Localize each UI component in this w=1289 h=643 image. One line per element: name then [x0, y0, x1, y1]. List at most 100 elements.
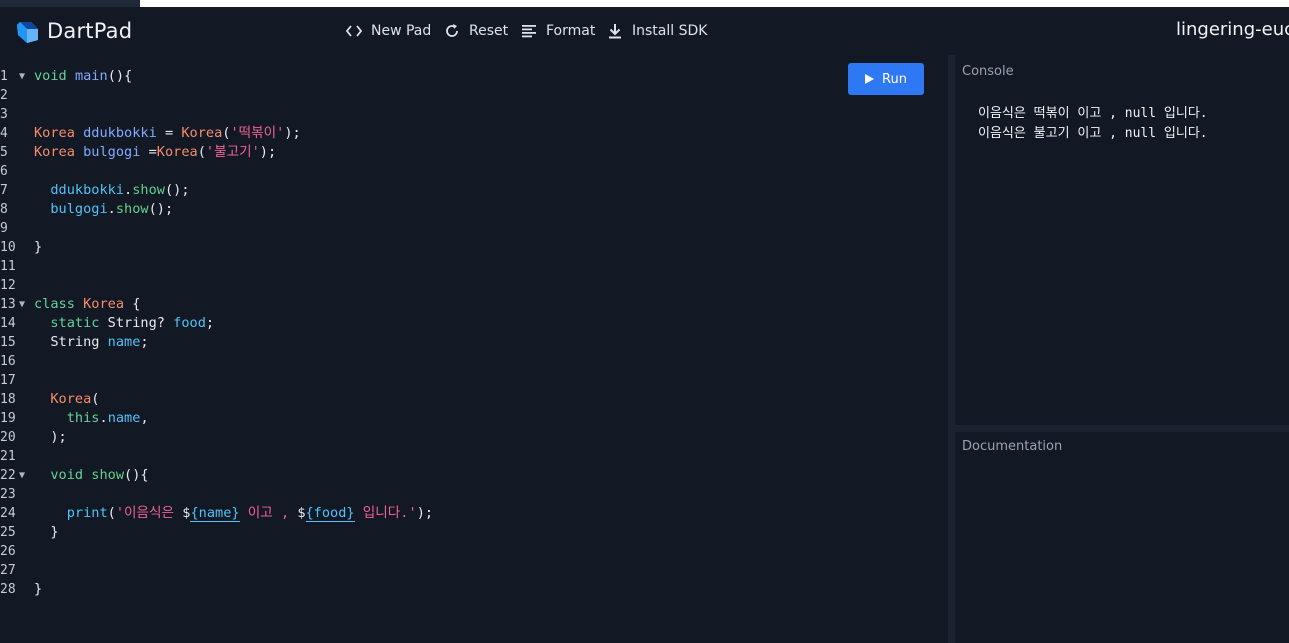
code-line-13: class Korea {	[34, 296, 141, 312]
line-number: 13 ▼	[0, 295, 34, 314]
line-number: 10	[0, 238, 34, 257]
console-title: Console	[962, 64, 1014, 79]
line-number-text: 17	[0, 373, 16, 388]
run-label: Run	[882, 71, 907, 87]
line-number: 15	[0, 333, 34, 352]
play-icon	[865, 74, 875, 84]
line-number: 12	[0, 276, 34, 295]
code-line-18: Korea(	[50, 391, 100, 407]
line-number-text: 10	[0, 240, 16, 255]
line-number-text: 24	[0, 506, 16, 521]
line-number: 14	[0, 314, 34, 333]
line-number: 8	[0, 200, 34, 219]
brand-title: DartPad	[47, 19, 133, 43]
install-sdk-button[interactable]: Install SDK	[606, 7, 707, 55]
line-number-text: 23	[0, 487, 16, 502]
line-number-text: 13	[0, 297, 16, 312]
line-number: 27	[0, 561, 34, 580]
line-number: 7	[0, 181, 34, 200]
line-number-text: 21	[0, 449, 16, 464]
code-line-14: static String? food;	[50, 315, 215, 331]
code-line-8: bulgogi.show();	[50, 201, 174, 217]
format-label: Format	[546, 23, 596, 39]
line-number-text: 25	[0, 525, 16, 540]
refresh-icon	[443, 22, 461, 40]
code-brackets-icon	[345, 22, 363, 40]
line-number-text: 27	[0, 563, 16, 578]
line-number-text: 22	[0, 468, 16, 483]
new-pad-button[interactable]: New Pad	[345, 7, 431, 55]
new-pad-label: New Pad	[371, 23, 432, 39]
line-number-text: 8	[0, 202, 8, 217]
line-number: 22 ▼	[0, 466, 34, 485]
code-line-24: print('이음식은 ${name} 이고 , ${food} 입니다.');	[66, 505, 434, 522]
horizontal-splitter[interactable]	[955, 425, 1289, 432]
line-number-text: 26	[0, 544, 16, 559]
line-number: 24	[0, 504, 34, 523]
line-number-text: 2	[0, 88, 8, 103]
line-number-text: 20	[0, 430, 16, 445]
browser-top-strip	[0, 0, 1289, 7]
line-number-text: 5	[0, 145, 8, 160]
line-number: 16	[0, 352, 34, 371]
line-number: 2	[0, 86, 34, 105]
code-line-5: Korea bulgogi =Korea('불고기');	[34, 144, 277, 160]
line-number-text: 6	[0, 164, 8, 179]
line-number: 19	[0, 409, 34, 428]
download-icon	[606, 22, 624, 40]
line-number: 18	[0, 390, 34, 409]
browser-tab-shade	[0, 0, 140, 7]
line-number: 26	[0, 542, 34, 561]
line-number: 4	[0, 124, 34, 143]
run-button[interactable]: Run	[848, 63, 924, 95]
line-number-text: 9	[0, 221, 8, 236]
fold-arrow-icon[interactable]: ▼	[19, 295, 25, 314]
dart-logo-icon	[17, 22, 38, 43]
line-number-text: 1	[0, 69, 8, 84]
line-number: 11	[0, 257, 34, 276]
line-number-text: 28	[0, 582, 16, 597]
line-number: 28	[0, 580, 34, 599]
line-number: 25	[0, 523, 34, 542]
console-panel: Console 이음식은 떡볶이 이고 , null 입니다. 이음식은 불고기…	[955, 55, 1289, 425]
line-number: 9	[0, 219, 34, 238]
code-editor[interactable]: 1 ▼ 2 3 4 5 6 7 8 9 10 11 12 13 ▼ 14 15 16 17 18 19 20 21 22 ▼ 23…	[0, 55, 948, 643]
format-button[interactable]: Format	[520, 7, 595, 55]
line-number-text: 14	[0, 316, 16, 331]
app-header: DartPad New Pad Reset Format Install SDK…	[0, 7, 1289, 55]
code-line-28: }	[34, 581, 43, 597]
line-number-text: 11	[0, 259, 16, 274]
console-line: 이음식은 불고기 이고 , null 입니다.	[978, 126, 1208, 141]
documentation-panel: Documentation	[955, 432, 1289, 643]
console-line: 이음식은 떡볶이 이고 , null 입니다.	[978, 106, 1208, 121]
code-line-15: String name;	[50, 334, 149, 350]
line-number-text: 12	[0, 278, 16, 293]
fold-arrow-icon[interactable]: ▼	[19, 67, 25, 86]
line-number-text: 18	[0, 392, 16, 407]
code-area[interactable]: void main(){ Korea ddukbokki = Korea('떡볶…	[34, 67, 934, 599]
line-number: 6	[0, 162, 34, 181]
code-line-1: void main(){	[34, 68, 133, 84]
code-line-7: ddukbokki.show();	[50, 182, 190, 198]
line-number-text: 3	[0, 107, 8, 122]
code-line-19: this.name,	[66, 410, 149, 426]
code-line-25: }	[50, 524, 59, 540]
line-number: 21	[0, 447, 34, 466]
line-number-text: 19	[0, 411, 16, 426]
vertical-splitter[interactable]	[948, 55, 955, 643]
code-line-22: void show(){	[50, 467, 149, 483]
fold-arrow-icon[interactable]: ▼	[19, 466, 25, 485]
reset-button[interactable]: Reset	[443, 7, 508, 55]
line-number: 23	[0, 485, 34, 504]
